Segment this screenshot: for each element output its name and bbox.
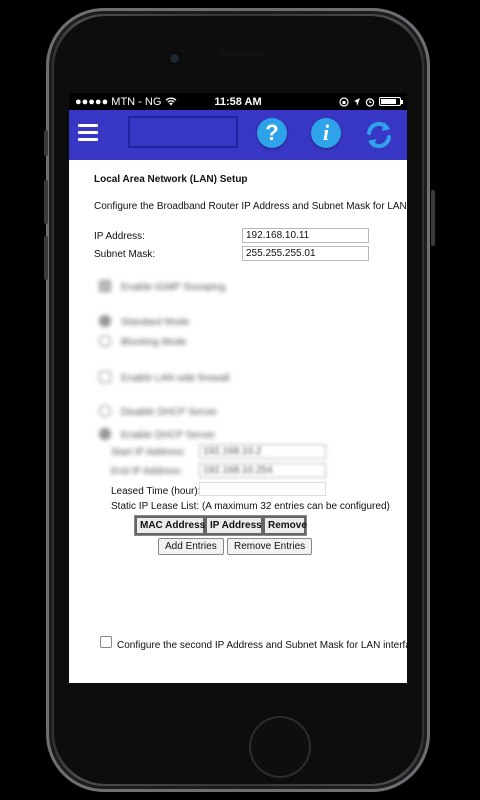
- blurred-option: Blocking Mode: [121, 337, 187, 348]
- mode-radio-blocking[interactable]: [99, 335, 111, 347]
- blurred-option: Standard Mode: [121, 317, 190, 328]
- carrier-label: ●●●●● MTN - NG: [75, 95, 162, 108]
- blurred-option: Enable DHCP Server: [121, 430, 216, 441]
- col-mac-address: MAC Address: [135, 516, 205, 535]
- end-ip-input[interactable]: 192.168.10.254: [199, 463, 326, 478]
- page-title: Local Area Network (LAN) Setup: [94, 174, 248, 185]
- location-icon: [354, 97, 360, 106]
- info-button[interactable]: i: [311, 118, 341, 148]
- home-button[interactable]: [249, 716, 311, 778]
- wifi-icon: [165, 97, 177, 106]
- toolbar-title-box: [128, 116, 238, 148]
- mode-radio-standard[interactable]: [99, 315, 111, 327]
- col-ip-address: IP Address: [205, 516, 263, 535]
- screen: ●●●●● MTN - NG 11:58 AM ? i Local Area N…: [69, 93, 407, 683]
- app-toolbar: ? i: [69, 110, 407, 160]
- blurred-field-label: Start IP Address:: [111, 447, 186, 458]
- front-camera: [170, 54, 179, 63]
- power-button: [431, 190, 435, 246]
- second-ip-checkbox[interactable]: [100, 636, 112, 648]
- dhcp-radio-enable[interactable]: [99, 428, 111, 440]
- lease-table-header: MAC Address IP Address Remove: [134, 515, 307, 536]
- volume-down-button: [44, 236, 48, 280]
- rotation-lock-icon: [339, 96, 349, 107]
- dhcp-radio-disable[interactable]: [99, 405, 111, 417]
- blurred-option: Disable DHCP Server: [121, 407, 218, 418]
- start-ip-input[interactable]: 192.168.10.2: [199, 444, 326, 459]
- remove-entries-button[interactable]: Remove Entries: [227, 538, 313, 555]
- ip-address-input[interactable]: 192.168.10.11: [242, 228, 369, 243]
- mute-switch: [44, 130, 48, 156]
- info-icon: i: [322, 120, 330, 145]
- second-ip-label: Configure the second IP Address and Subn…: [117, 640, 407, 651]
- blurred-field-label: End IP Address:: [111, 466, 183, 477]
- col-remove: Remove: [263, 516, 307, 535]
- ip-address-label: IP Address:: [94, 231, 145, 242]
- subnet-mask-label: Subnet Mask:: [94, 249, 156, 260]
- firewall-checkbox[interactable]: [99, 371, 111, 383]
- help-icon: ?: [265, 120, 279, 145]
- leased-time-input[interactable]: [199, 482, 326, 496]
- volume-up-button: [44, 180, 48, 224]
- speaker-grille: [218, 50, 264, 56]
- subnet-mask-input[interactable]: 255.255.255.01: [242, 246, 369, 261]
- refresh-icon[interactable]: [363, 119, 395, 151]
- status-bar: ●●●●● MTN - NG 11:58 AM: [69, 93, 407, 110]
- alarm-icon: [365, 97, 375, 107]
- hamburger-icon[interactable]: [78, 124, 98, 141]
- battery-icon: [379, 97, 403, 106]
- help-button[interactable]: ?: [257, 118, 287, 148]
- static-lease-label: Static IP Lease List: (A maximum 32 entr…: [111, 501, 390, 512]
- igmp-checkbox[interactable]: [99, 280, 111, 292]
- blurred-option: Enable LAN side firewall: [121, 373, 230, 384]
- blurred-option: Enable IGMP Snooping: [121, 282, 226, 293]
- page-description: Configure the Broadband Router IP Addres…: [94, 201, 407, 212]
- add-entries-button[interactable]: Add Entries: [158, 538, 224, 555]
